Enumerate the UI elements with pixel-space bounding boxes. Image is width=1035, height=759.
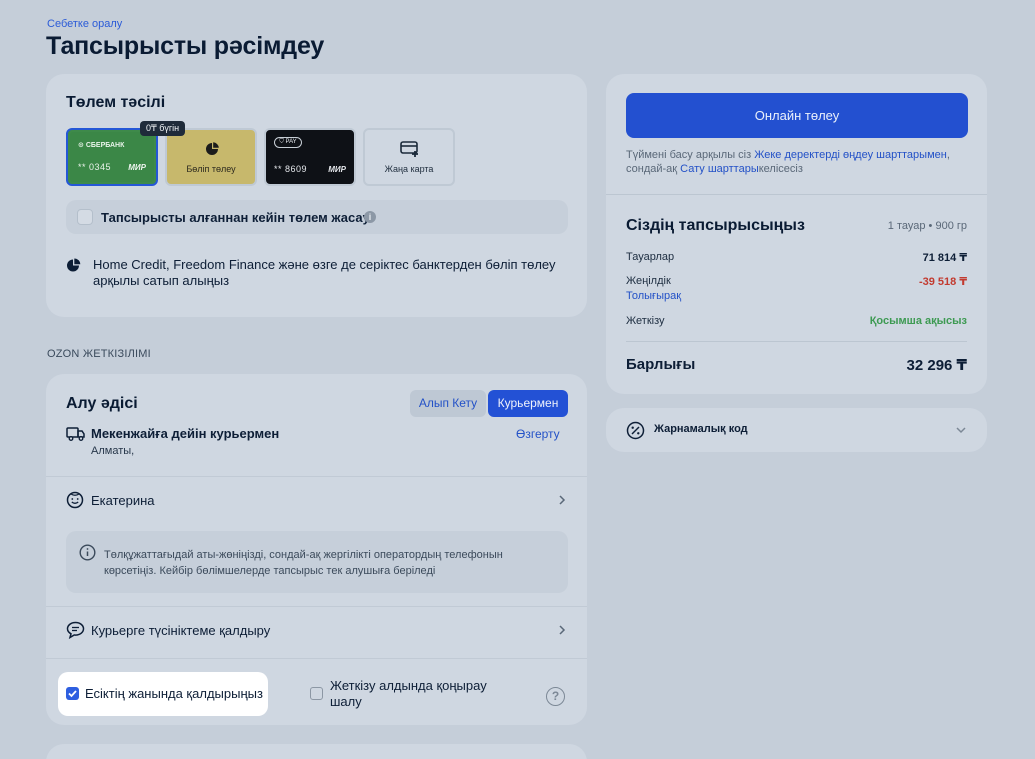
recipient-name: Екатерина — [91, 493, 155, 508]
card-number: ** 0345 — [78, 162, 112, 172]
delivery-section-label: OZON ЖЕТКІЗІЛІМІ — [47, 348, 151, 360]
terms-text: Түймені басу арқылы сіз Жеке деректерді … — [626, 148, 971, 176]
terms-prefix: Түймені басу арқылы сіз — [626, 149, 755, 161]
info-icon — [79, 544, 96, 561]
back-to-cart-link[interactable]: Себетке оралу — [47, 18, 122, 30]
mir-logo: МИР — [328, 165, 346, 174]
truck-icon — [66, 427, 85, 441]
total-value: 32 296 ₸ — [906, 357, 967, 374]
order-meta: 1 тауар • 900 гр — [887, 220, 967, 232]
tab-pickup[interactable]: Алып Кету — [410, 390, 486, 417]
sale-terms-link[interactable]: Сату шарттары — [680, 163, 759, 175]
installment-text: Home Credit, Freedom Finance және өзге д… — [93, 257, 556, 288]
pay-brand-text: PAY — [285, 139, 297, 145]
payment-card-pay[interactable]: ⛉ PAY ** 8609 МИР — [264, 128, 356, 186]
terms-suffix: келісесіз — [758, 163, 803, 175]
shipping-label: Жеткізу — [626, 315, 665, 327]
pay-on-delivery-option[interactable]: Тапсырысты алғаннан кейін төлем жасау i — [66, 200, 568, 234]
user-face-icon — [66, 491, 84, 509]
card-number: ** 8609 — [274, 164, 308, 174]
recipient-notice: Төлқұжаттағыдай аты-жөніңізді, сондай-ақ… — [66, 531, 568, 593]
pie-chart-icon — [67, 258, 81, 272]
discount-label: Жеңілдік — [626, 275, 671, 287]
help-icon[interactable]: ? — [546, 687, 565, 706]
pay-on-delivery-checkbox[interactable] — [77, 209, 93, 225]
checkmark-icon — [68, 690, 77, 698]
discount-details-link[interactable]: Толығырақ — [626, 290, 681, 302]
percent-icon — [626, 421, 645, 440]
courier-comment-label: Курьерге түсініктеме қалдыру — [91, 623, 271, 638]
goods-label: Тауарлар — [626, 251, 675, 263]
call-before-label: Жеткізу алдында қоңырау шалу — [330, 678, 487, 709]
delivery-address: Алматы, — [91, 445, 135, 457]
promo-code-label: Жарнамалық код — [654, 423, 748, 435]
new-card-label: Жаңа карта — [384, 164, 434, 174]
leave-at-door-checkbox[interactable] — [66, 687, 79, 700]
total-label: Барлығы — [626, 356, 696, 373]
goods-value: 71 814 ₸ — [922, 252, 967, 264]
divider — [46, 606, 587, 607]
discount-value: -39 518 ₸ — [918, 276, 967, 288]
promo-code-row[interactable]: Жарнамалық код — [606, 408, 987, 452]
chevron-right-icon — [559, 495, 566, 505]
mir-logo: МИР — [128, 163, 146, 172]
change-address-link[interactable]: Өзгерту — [516, 427, 560, 441]
info-icon[interactable]: i — [364, 211, 376, 223]
order-title: Сіздің тапсырысыңыз — [626, 217, 805, 234]
order-summary-card: Онлайн төлеу Түймені басу арқылы сіз Жек… — [606, 74, 987, 394]
sber-card-face: ⊙ СБЕРБАНК ** 0345 МИР — [70, 132, 154, 182]
courier-delivery-title: Мекенжайға дейін курьермен — [91, 426, 280, 441]
pay-on-delivery-label: Тапсырысты алғаннан кейін төлем жасау — [101, 210, 370, 225]
divider — [46, 658, 587, 659]
delivery-method-title: Алу әдісі — [66, 395, 138, 412]
privacy-terms-link[interactable]: Жеке деректерді өңдеу шарттарымен — [754, 149, 947, 161]
divider — [606, 194, 987, 195]
pay-logo: ⛉ PAY — [274, 137, 302, 148]
installment-tag: 0₸ бүгін — [140, 121, 186, 136]
pie-chart-icon — [206, 142, 219, 155]
divider — [46, 476, 587, 477]
call-before-checkbox[interactable] — [310, 687, 323, 700]
notice-text: Төлқұжаттағыдай аты-жөніңізді, сондай-ақ… — [104, 549, 503, 577]
chevron-down-icon — [956, 427, 966, 434]
payment-card-sber[interactable]: ⊙ СБЕРБАНК ** 0345 МИР — [66, 128, 158, 186]
installment-label: Бөліп төлеу — [186, 164, 236, 174]
payment-method-card: Төлем тәсілі ⊙ СБЕРБАНК ** 0345 МИР Бөлі… — [46, 74, 587, 317]
chat-bubble-icon — [66, 621, 85, 639]
delivery-method-card: Алу әдісі Алып Кету Курьермен Мекенжайға… — [46, 374, 587, 725]
divider — [626, 341, 967, 342]
leave-at-door-option[interactable]: Есіктің жанында қалдырыңыз — [58, 672, 268, 716]
next-section-card — [46, 744, 587, 759]
chevron-right-icon — [559, 625, 566, 635]
leave-at-door-label: Есіктің жанында қалдырыңыз — [85, 686, 263, 701]
shipping-value: Қосымша ақысыз — [869, 315, 967, 327]
add-new-card-button[interactable]: Жаңа карта — [363, 128, 455, 186]
page-title: Тапсырысты рәсімдеу — [46, 32, 325, 60]
tab-courier[interactable]: Курьермен — [488, 390, 568, 417]
pay-online-button[interactable]: Онлайн төлеу — [626, 93, 968, 138]
sber-logo: ⊙ СБЕРБАНК — [78, 142, 125, 149]
payment-option-installment[interactable]: Бөліп төлеу — [165, 128, 257, 186]
add-card-icon — [400, 141, 418, 157]
sber-brand-text: СБЕРБАНК — [85, 142, 125, 149]
payment-method-title: Төлем тәсілі — [66, 94, 166, 111]
